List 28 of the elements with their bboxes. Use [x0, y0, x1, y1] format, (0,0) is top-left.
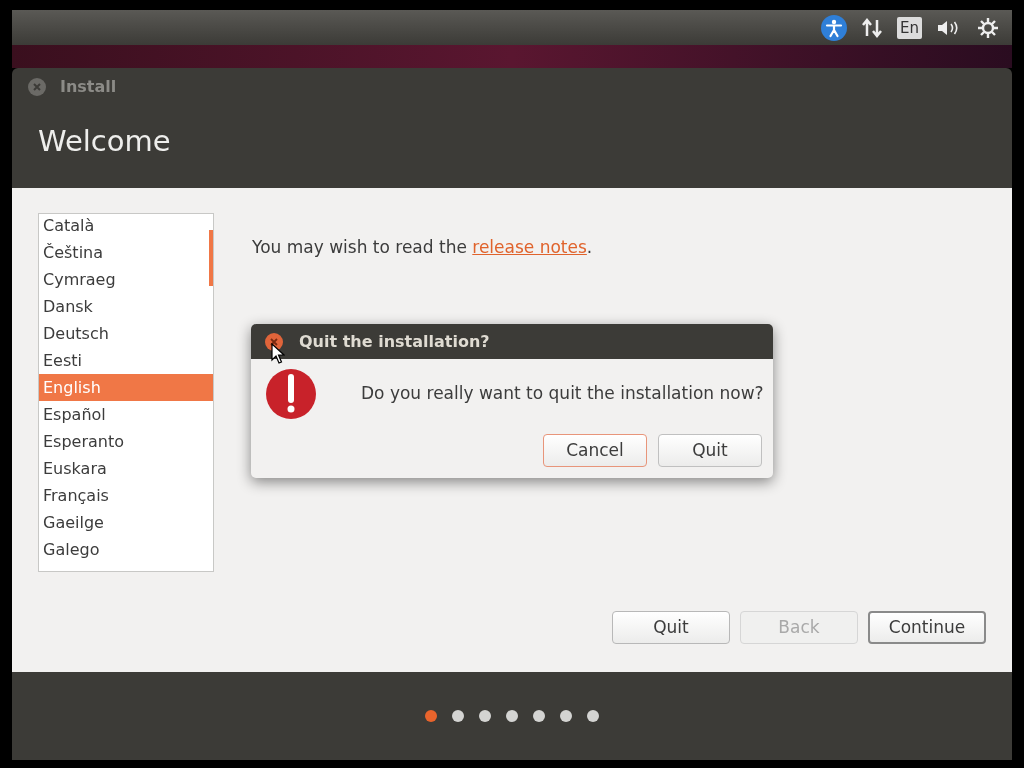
- mouse-pointer-icon: [271, 343, 285, 365]
- language-item[interactable]: Euskara: [39, 455, 213, 482]
- cancel-button[interactable]: Cancel: [543, 434, 647, 467]
- language-item[interactable]: Cymraeg: [39, 266, 213, 293]
- continue-button[interactable]: Continue: [868, 611, 986, 644]
- language-item[interactable]: Esperanto: [39, 428, 213, 455]
- window-title: Install: [60, 76, 117, 98]
- release-notes-text: You may wish to read the release notes.: [252, 237, 593, 257]
- page-heading: Welcome: [37, 123, 172, 159]
- dialog-title: Quit the installation?: [299, 330, 490, 353]
- quit-button[interactable]: Quit: [658, 434, 762, 467]
- scrollbar-thumb[interactable]: [209, 230, 213, 286]
- language-item[interactable]: Eesti: [39, 347, 213, 374]
- keyboard-layout-indicator[interactable]: En: [897, 16, 922, 39]
- language-item[interactable]: Čeština: [39, 239, 213, 266]
- language-item[interactable]: Dansk: [39, 293, 213, 320]
- language-item[interactable]: Español: [39, 401, 213, 428]
- error-icon: [265, 368, 317, 420]
- language-item[interactable]: Français: [39, 482, 213, 509]
- settings-icon[interactable]: [976, 15, 1000, 40]
- language-item[interactable]: Galego: [39, 536, 213, 563]
- language-item[interactable]: Català: [39, 214, 213, 239]
- network-arrows-icon[interactable]: [861, 17, 883, 38]
- quit-button[interactable]: Quit: [612, 611, 730, 644]
- language-item[interactable]: Gaeilge: [39, 509, 213, 536]
- language-item[interactable]: Deutsch: [39, 320, 213, 347]
- accessibility-icon[interactable]: [821, 14, 847, 41]
- dialog-message: Do you really want to quit the installation now?: [361, 382, 764, 405]
